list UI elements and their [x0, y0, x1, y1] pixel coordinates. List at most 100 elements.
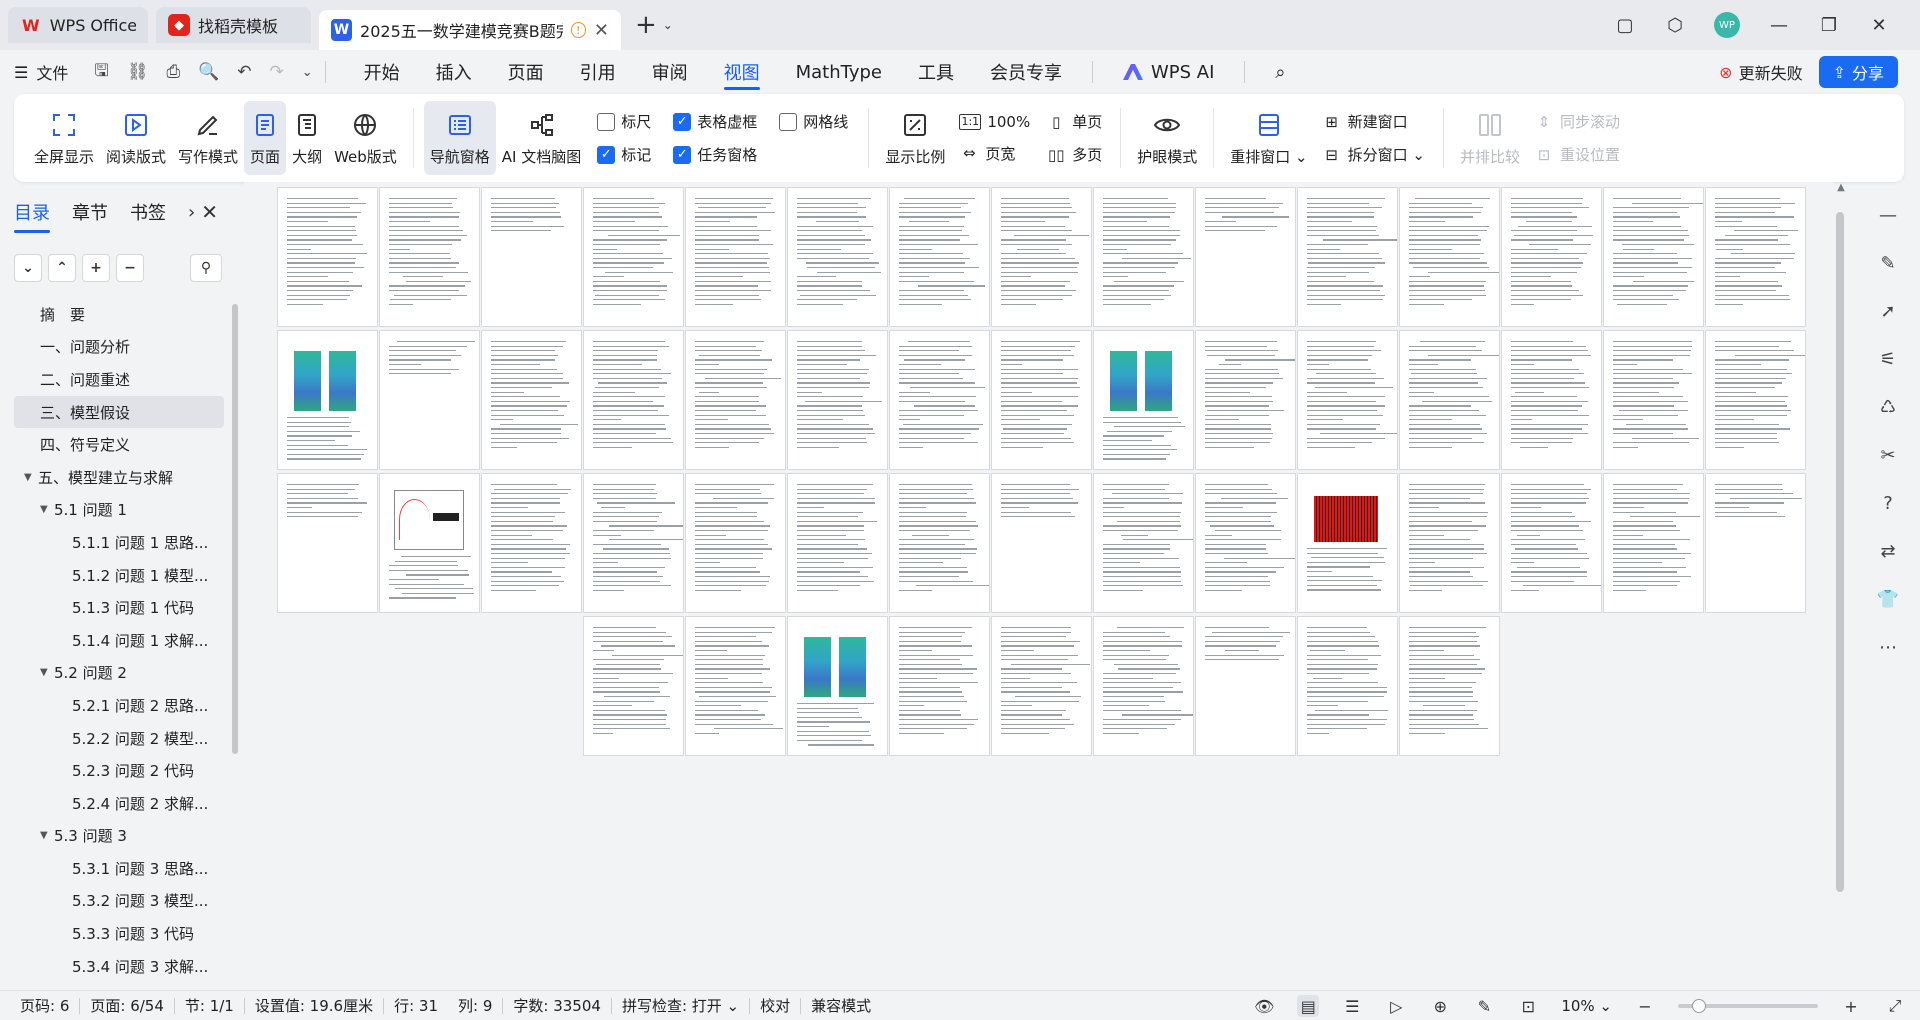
chevron-right-icon[interactable]: ›	[188, 202, 195, 223]
menu-insert[interactable]: 插入	[418, 50, 490, 94]
plus-icon[interactable]: +	[635, 10, 657, 40]
page-thumbnail[interactable]	[686, 617, 785, 755]
collapse-down-icon[interactable]: ⌄	[14, 254, 42, 282]
toc-item[interactable]: 5.2.4 问题 2 求解...	[0, 787, 236, 820]
page-thumbnail[interactable]	[1196, 474, 1295, 612]
page-thumbnail[interactable]	[1400, 617, 1499, 755]
page-thumbnail[interactable]	[1400, 331, 1499, 469]
new-window-button[interactable]: ⊞ 新建窗口	[1322, 111, 1425, 132]
fullscreen-button[interactable]: 全屏显示	[28, 101, 100, 175]
sync-scroll-button[interactable]: ⇕ 同步滚动	[1534, 111, 1620, 132]
page-thumbnail[interactable]	[584, 188, 683, 326]
fit-page-icon[interactable]: ⊡	[1517, 995, 1539, 1017]
page-thumbnail[interactable]	[1706, 188, 1805, 326]
tab-document[interactable]: W 2025五一数学建模竞赛B题完 ! ✕	[319, 10, 621, 50]
scroll-up-icon[interactable]: ▲	[1834, 182, 1848, 193]
page-view-icon[interactable]: ▤	[1297, 995, 1320, 1017]
globe-icon[interactable]: ⊕	[1429, 995, 1451, 1017]
pen-icon[interactable]: ✎	[1473, 995, 1495, 1017]
minus-icon[interactable]: −	[116, 254, 144, 282]
menu-wps-ai[interactable]: WPS AI	[1105, 50, 1232, 94]
nav-scrollbar[interactable]	[232, 304, 238, 754]
reading-mode-button[interactable]: 阅读版式	[100, 101, 172, 175]
page-thumbnail[interactable]	[1502, 331, 1601, 469]
toc-item[interactable]: 5.1.1 问题 1 思路...	[0, 526, 236, 559]
checkbox-checked-icon[interactable]: ✓	[673, 145, 692, 164]
close-tab-icon[interactable]: ✕	[594, 20, 609, 41]
reset-position-button[interactable]: ⊡ 重设位置	[1534, 144, 1620, 165]
eye-icon[interactable]: 👁	[1253, 995, 1275, 1017]
document-canvas[interactable]	[244, 182, 1834, 990]
page-thumbnail[interactable]	[788, 331, 887, 469]
page-thumbnail[interactable]	[1298, 617, 1397, 755]
menu-mathtype[interactable]: MathType	[778, 50, 900, 94]
web-view-button[interactable]: Web版式	[328, 101, 403, 175]
expand-caret-icon[interactable]: ▼	[40, 830, 54, 841]
side-by-side-button[interactable]: 并排比较	[1454, 101, 1526, 175]
page-thumbnail[interactable]	[278, 188, 377, 326]
tab-wps-office[interactable]: W WPS Office	[8, 7, 148, 43]
page-thumbnail[interactable]	[482, 188, 581, 326]
page-thumbnail[interactable]	[1094, 474, 1193, 612]
shirt-icon[interactable]: 👕	[1877, 588, 1899, 610]
plus-icon[interactable]: +	[82, 254, 110, 282]
zoom-100-button[interactable]: 1:1 100%	[959, 113, 1030, 131]
toc-item[interactable]: ▼ 5.3 问题 3	[0, 820, 236, 853]
tab-chapter[interactable]: 章节	[72, 199, 108, 225]
toc-item[interactable]: ▼ 5.2 问题 2	[0, 657, 236, 690]
translate-icon[interactable]: ⇄	[1877, 540, 1899, 562]
status-spell-check[interactable]: 拼写检查: 打开 ⌄	[612, 995, 749, 1016]
redo-icon[interactable]: ↷	[269, 62, 283, 82]
checkbox-box[interactable]	[597, 112, 616, 131]
page-thumbnail[interactable]	[1094, 331, 1193, 469]
gridline-checkbox[interactable]: 网格线	[779, 111, 848, 132]
page-thumbnail[interactable]	[1298, 474, 1397, 612]
menu-view[interactable]: 视图	[706, 50, 778, 94]
checkbox-box[interactable]	[779, 112, 798, 131]
status-page[interactable]: 页面: 6/54	[80, 995, 174, 1016]
help-icon[interactable]: ?	[1877, 492, 1899, 514]
page-thumbnail[interactable]	[1604, 474, 1703, 612]
toc-item[interactable]: 四、符号定义	[0, 428, 236, 461]
page-width-button[interactable]: ⇔ 页宽	[959, 143, 1030, 164]
page-thumbnail[interactable]	[686, 188, 785, 326]
page-thumbnail[interactable]	[1298, 331, 1397, 469]
checkbox-checked-icon[interactable]: ✓	[673, 112, 692, 131]
scroll-thumb[interactable]	[1836, 212, 1844, 892]
expand-caret-icon[interactable]: ▼	[40, 667, 54, 678]
page-thumbnail[interactable]	[584, 331, 683, 469]
page-thumbnail[interactable]	[992, 617, 1091, 755]
toc-item[interactable]: 三、模型假设	[14, 395, 224, 429]
menu-start[interactable]: 开始	[346, 50, 418, 94]
status-proof[interactable]: 校对	[750, 995, 800, 1016]
menu-reference[interactable]: 引用	[562, 50, 634, 94]
print-preview-icon[interactable]: 🔍	[198, 62, 219, 82]
toc-item[interactable]: 5.1.3 问题 1 代码	[0, 591, 236, 624]
zoom-slider[interactable]	[1678, 999, 1818, 1013]
nav-pane-button[interactable]: 导航窗格	[423, 101, 496, 175]
minimize-icon[interactable]: —	[1768, 14, 1790, 36]
menu-tools[interactable]: 工具	[900, 50, 972, 94]
more-icon[interactable]: ⋯	[1877, 636, 1899, 658]
cursor-icon[interactable]: ➚	[1877, 300, 1899, 322]
tab-toc[interactable]: 目录	[14, 199, 50, 233]
edit-pen-icon[interactable]: ✎	[1877, 252, 1899, 274]
page-thumbnail[interactable]	[1706, 474, 1805, 612]
tab-bookmark[interactable]: 书签	[130, 199, 166, 225]
play-icon[interactable]: ▷	[1385, 995, 1407, 1017]
page-thumbnail[interactable]	[1706, 331, 1805, 469]
toc-item[interactable]: 5.3.2 问题 3 模型...	[0, 885, 236, 918]
toc-item[interactable]: 5.2.3 问题 2 代码	[0, 754, 236, 787]
outline-icon[interactable]: ☰	[1341, 995, 1363, 1017]
toc-item[interactable]: 5.1.2 问题 1 模型...	[0, 559, 236, 592]
page-thumbnail[interactable]	[890, 617, 989, 755]
page-thumbnail[interactable]	[584, 617, 683, 755]
new-tab-button[interactable]: + ⌄	[635, 10, 673, 40]
page-thumbnail[interactable]	[1604, 188, 1703, 326]
page-thumbnail[interactable]	[1196, 617, 1295, 755]
ai-outline-icon[interactable]: ⚲	[190, 254, 222, 282]
checkbox-checked-icon[interactable]: ✓	[597, 145, 616, 164]
task-pane-checkbox[interactable]: ✓ 任务窗格	[673, 144, 757, 165]
ai-mindmap-button[interactable]: AI 文档脑图	[496, 101, 587, 175]
toc-item[interactable]: 一、问题分析	[0, 331, 236, 364]
